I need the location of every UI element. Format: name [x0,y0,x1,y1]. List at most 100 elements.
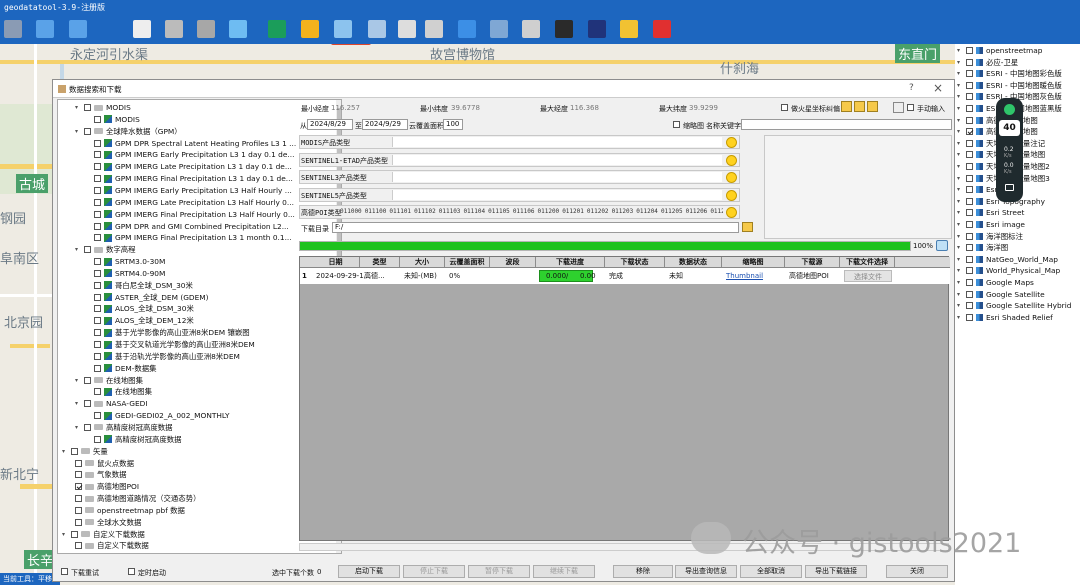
tree-checkbox[interactable] [94,388,101,396]
layer-checkbox[interactable] [966,290,973,298]
cell-thumb[interactable]: Thumbnail [726,270,763,282]
product-type-button[interactable] [726,154,737,166]
tree-checkbox[interactable] [75,506,82,514]
tree-checkbox[interactable] [94,329,101,337]
tree-item[interactable]: GPM IMERG Final Precipitation L3 Half Ho… [94,209,295,220]
tree-item[interactable]: DEM-数据集 [94,363,157,374]
poi-type-button[interactable] [726,207,737,218]
tree-checkbox[interactable] [94,222,101,230]
tree-checkbox[interactable] [94,341,101,348]
tree-item[interactable]: SRTM4.0-90M [94,268,165,279]
book-icon[interactable] [588,20,606,38]
tree-folder[interactable]: ▾ 全球降水数据（GPM） [75,126,182,137]
layer-item[interactable]: ▾ Google Satellite Hybrid [957,300,1071,311]
expand-icon[interactable]: ▾ [957,82,964,89]
tag-icon[interactable] [301,20,319,38]
tree-folder[interactable]: ▾ 自定义下载数据 [62,529,145,540]
layer-checkbox[interactable] [966,267,973,275]
layer-checkbox[interactable] [966,58,973,66]
tree-checkbox[interactable] [94,139,101,147]
expand-icon[interactable]: ▾ [957,163,964,170]
pan-icon[interactable] [133,20,151,38]
expand-icon[interactable]: ▾ [957,128,964,135]
name-keyword-input[interactable] [741,119,952,130]
tree-checkbox[interactable] [94,281,101,289]
column-header[interactable]: 云覆盖面积 [445,257,490,267]
tree-checkbox[interactable] [75,518,82,526]
expand-icon[interactable]: ▾ [75,377,82,384]
layer-checkbox[interactable] [966,197,973,205]
bbox-tool-icons[interactable] [841,101,891,113]
product-type-field[interactable] [392,172,722,183]
expand-icon[interactable]: ▾ [957,256,964,263]
layer-item[interactable]: ▾ 必应-卫星 [957,57,1018,68]
tree-item[interactable]: GPM DPR Spectral Latent Heating Profiles… [94,138,296,149]
tree-item[interactable]: 高精度树冠高度数据 [94,434,182,445]
expand-icon[interactable]: ▾ [957,93,964,100]
layer-checkbox[interactable] [966,279,973,286]
camera-icon[interactable] [1005,184,1014,191]
from-date-input[interactable]: 2024/8/29 [307,119,353,130]
product-type-button[interactable] [726,172,737,184]
expand-icon[interactable]: ▾ [957,151,964,158]
expand-icon[interactable]: ▾ [957,198,964,205]
close-icon[interactable] [653,20,671,38]
expand-icon[interactable]: ▾ [957,105,964,112]
help-button[interactable]: ? [909,83,914,93]
tree-item[interactable]: GPM DPR and GMI Combined Precipitation L… [94,221,289,232]
tree-item[interactable]: GEDI-GEDI02_A_002_MONTHLY [94,410,230,421]
layer-checkbox[interactable] [966,81,973,89]
layer-checkbox[interactable] [966,302,973,310]
download-dir-input[interactable]: F:/ [332,222,739,233]
tree-folder[interactable]: ▾ NASA-GEDI [75,398,148,409]
expand-icon[interactable]: ▾ [957,314,964,321]
layer-item[interactable]: ▾ 海洋图标注 [957,231,1023,242]
route-icon[interactable] [522,20,540,38]
layer-checkbox[interactable] [966,313,973,321]
layer-item[interactable]: ▾ 海洋图 [957,242,1008,253]
grid-icon[interactable] [893,102,904,113]
product-type-field[interactable] [392,189,722,200]
product-type-field[interactable] [392,154,722,165]
search-icon[interactable] [936,240,948,251]
layer-item[interactable]: ▾ Esri Shaded Relief [957,312,1053,323]
tree-checkbox[interactable] [94,115,101,123]
layer-item[interactable]: ▾ NatGeo_World_Map [957,254,1058,265]
tree-checkbox[interactable] [75,471,82,479]
cancel-all-button[interactable]: 全部取消 [740,565,802,578]
expand-icon[interactable]: ▾ [957,140,964,147]
layer-checkbox[interactable] [966,221,973,228]
tree-checkbox[interactable] [94,412,101,420]
schedule-checkbox[interactable] [128,568,135,575]
column-header[interactable]: 日期 [312,257,360,267]
tree-checkbox[interactable] [94,163,101,171]
tree-item[interactable]: 全球水文数据 [75,517,141,528]
user-icon[interactable] [555,20,573,38]
zoom-extent-icon[interactable] [229,20,247,38]
layer-checkbox[interactable] [966,209,973,217]
cloud-input[interactable]: 100 [443,119,463,130]
tree-item[interactable]: GPM IMERG Early Precipitation L3 Half Ho… [94,185,292,196]
column-header[interactable]: 波段 [490,257,536,267]
tree-checkbox[interactable] [94,175,101,183]
layer-item[interactable]: ▾ World_Physical_Map [957,265,1060,276]
tree-checkbox[interactable] [84,104,91,111]
tree-item[interactable]: MODIS [94,114,140,125]
stop-download-button[interactable]: 停止下载 [403,565,465,578]
remove-button[interactable]: 移除 [613,565,673,578]
tree-item[interactable]: openstreetmap pbf 数据 [75,505,185,516]
expand-icon[interactable]: ▾ [957,302,964,309]
folder-icon[interactable] [867,101,878,112]
expand-icon[interactable]: ▾ [957,59,964,66]
tree-checkbox[interactable] [84,400,91,408]
tree-item[interactable]: GPM IMERG Late Precipitation L3 Half Hou… [94,197,294,208]
tree-item[interactable]: 鼠火点数据 [75,458,134,469]
column-header[interactable]: 大小 [400,257,445,267]
table-row[interactable]: 1 2024-09-29-1... 高德... 未知-(MB) 0% 0.000/0.00… [300,268,950,284]
tree-checkbox[interactable] [94,364,101,372]
tree-checkbox[interactable] [75,542,82,550]
column-header[interactable]: 类型 [360,257,400,267]
product-type-button[interactable] [726,137,737,148]
column-header[interactable]: 缩略图 [722,257,785,267]
expand-icon[interactable]: ▾ [957,186,964,193]
